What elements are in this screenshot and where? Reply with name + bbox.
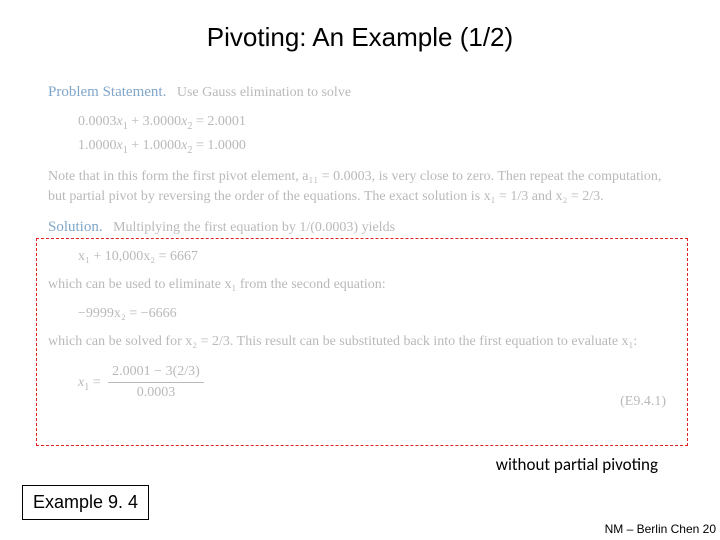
caption-text: without partial pivoting: [496, 454, 658, 475]
example-label-box: Example 9. 4: [22, 485, 149, 520]
solution-section: Solution. Multiplying the first equation…: [48, 217, 678, 239]
eq1-coef-b: 3.0000: [143, 114, 182, 129]
highlight-box: [36, 238, 688, 446]
page-title: Pivoting: An Example (1/2): [0, 22, 720, 53]
eq2-coef-b: 1.0000: [143, 138, 182, 153]
var-x1: x1: [117, 114, 128, 129]
eq1-rhs: 2.0001: [207, 114, 246, 129]
solution-intro: Multiplying the first equation by 1/(0.0…: [113, 220, 395, 235]
problem-section: Problem Statement. Use Gauss elimination…: [48, 82, 678, 104]
problem-heading: Problem Statement.: [48, 84, 166, 100]
var-x1: x1: [117, 138, 128, 153]
eq1-coef-a: 0.0003: [78, 114, 117, 129]
solution-heading: Solution.: [48, 219, 103, 235]
problem-intro: Use Gauss elimination to solve: [177, 85, 351, 100]
var-x2: x2: [181, 114, 192, 129]
equation-1: 0.0003x1 + 3.0000x2 = 2.0001: [78, 112, 678, 134]
footer-text: NM – Berlin Chen 20: [605, 522, 716, 536]
var-x2: x2: [181, 138, 192, 153]
equation-2: 1.0000x1 + 1.0000x2 = 1.0000: [78, 136, 678, 158]
eq2-coef-a: 1.0000: [78, 138, 117, 153]
equation-block-1: 0.0003x1 + 3.0000x2 = 2.0001 1.0000x1 + …: [78, 112, 678, 159]
eq2-rhs: 1.0000: [207, 138, 246, 153]
example-label: Example 9. 4: [33, 492, 138, 512]
problem-note: Note that in this form the first pivot e…: [48, 167, 678, 208]
